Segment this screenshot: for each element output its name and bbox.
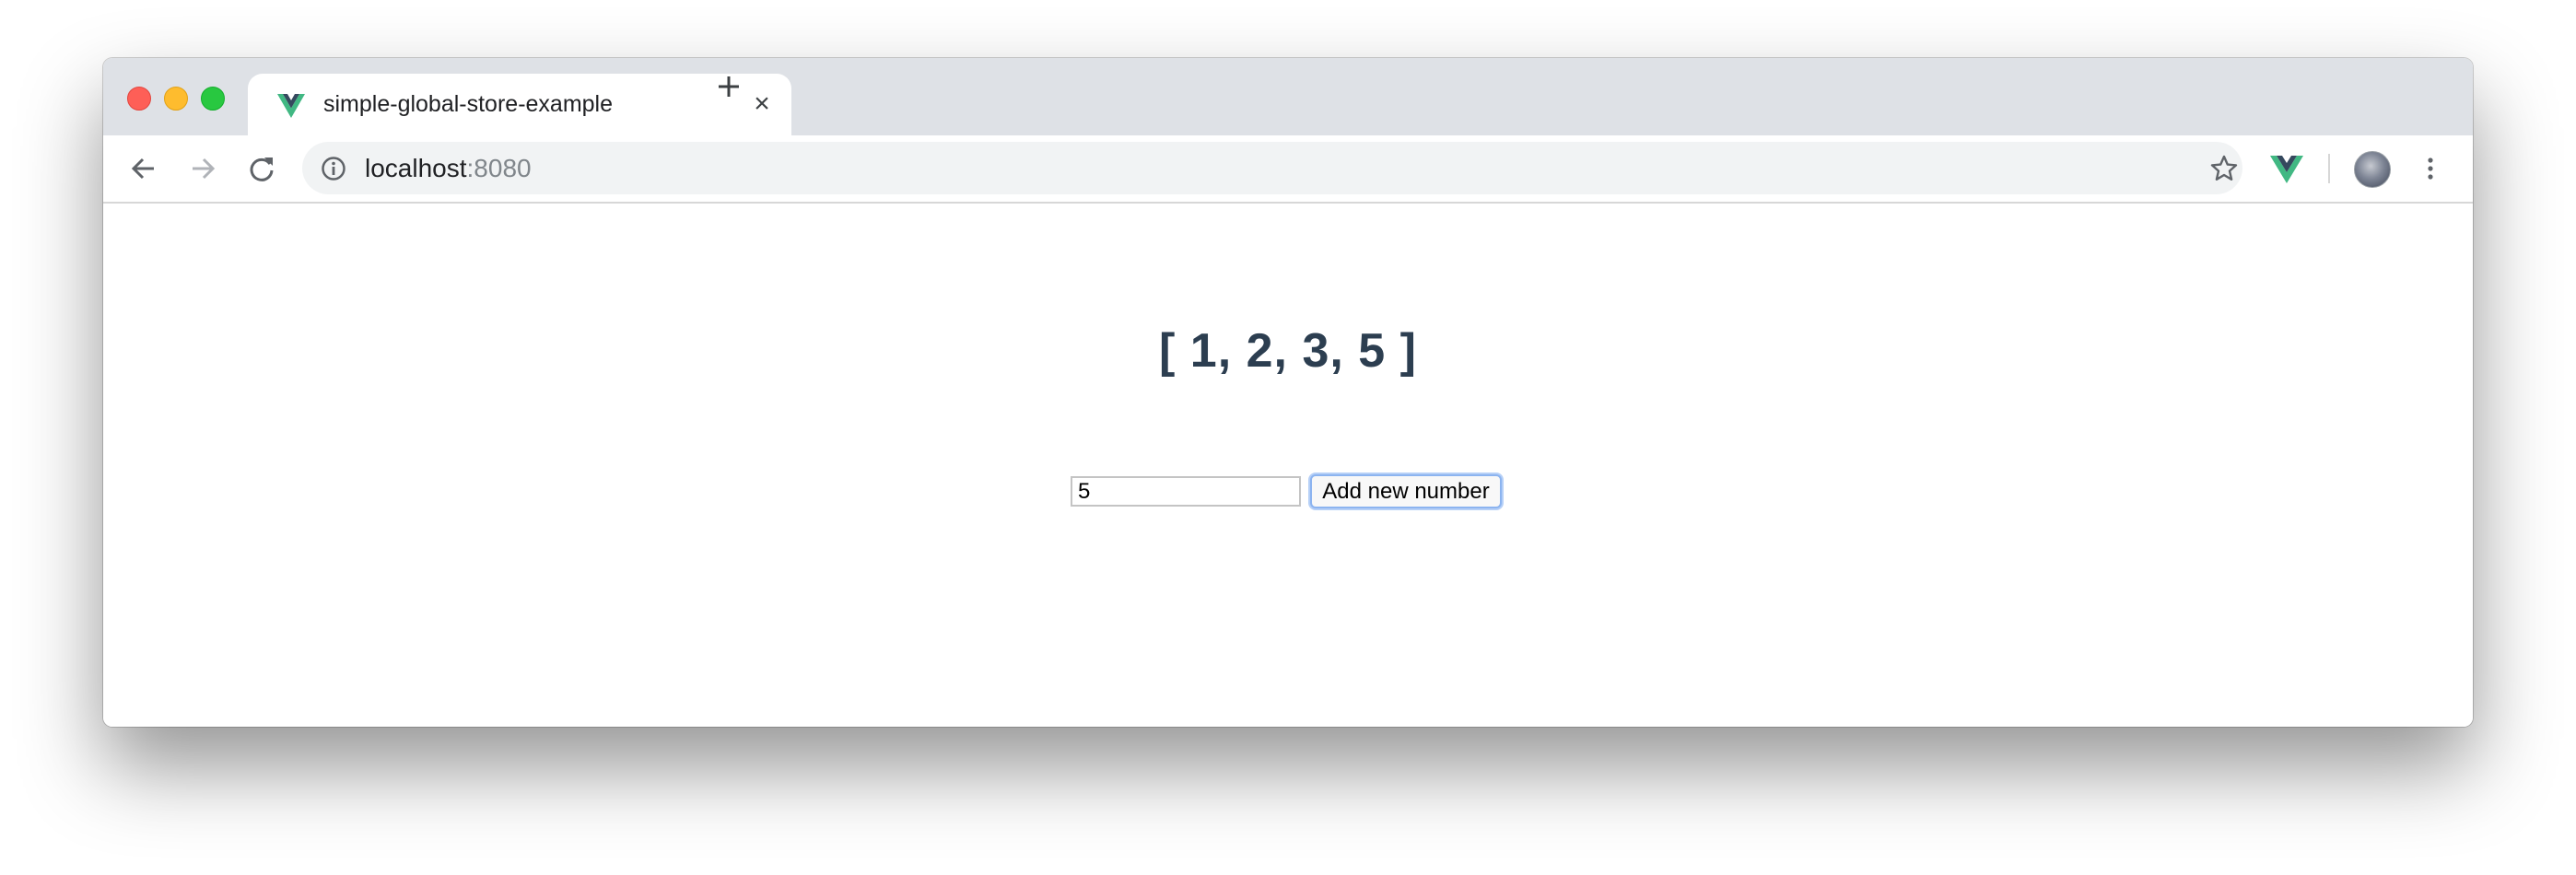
forward-arrow-icon[interactable] — [188, 154, 217, 183]
reload-icon[interactable] — [247, 154, 276, 183]
title-bar: simple-global-store-example × — [103, 58, 2473, 135]
numbers-list-heading: [ 1, 2, 3, 5 ] — [1159, 324, 1417, 378]
number-input[interactable] — [1071, 476, 1301, 507]
maximize-window-button[interactable] — [201, 87, 225, 111]
minimize-window-button[interactable] — [164, 87, 188, 111]
tab-title: simple-global-store-example — [323, 91, 614, 117]
vue-devtools-extension-icon[interactable] — [2270, 156, 2303, 183]
back-arrow-icon[interactable] — [129, 154, 158, 183]
vue-logo-icon — [277, 94, 305, 118]
new-tab-button[interactable] — [711, 69, 746, 104]
more-menu-icon[interactable] — [2416, 154, 2445, 183]
browser-window: simple-global-store-example × localhost:… — [103, 58, 2473, 727]
url-host: localhost — [365, 154, 467, 182]
url-port: :8080 — [466, 154, 532, 182]
add-new-number-button[interactable]: Add new number — [1310, 474, 1502, 508]
browser-toolbar: localhost:8080 — [103, 135, 2473, 204]
toolbar-divider — [2328, 154, 2330, 183]
browser-tab[interactable]: simple-global-store-example × — [248, 74, 791, 135]
page-content: [ 1, 2, 3, 5 ] Add new number — [103, 204, 2473, 727]
url-text[interactable]: localhost:8080 — [365, 142, 532, 194]
address-bar[interactable]: localhost:8080 — [302, 142, 2242, 194]
close-window-button[interactable] — [127, 87, 151, 111]
info-icon[interactable] — [321, 156, 346, 181]
tab-close-button[interactable]: × — [749, 90, 775, 118]
bookmark-star-icon[interactable] — [2209, 154, 2239, 183]
profile-avatar[interactable] — [2354, 151, 2391, 188]
